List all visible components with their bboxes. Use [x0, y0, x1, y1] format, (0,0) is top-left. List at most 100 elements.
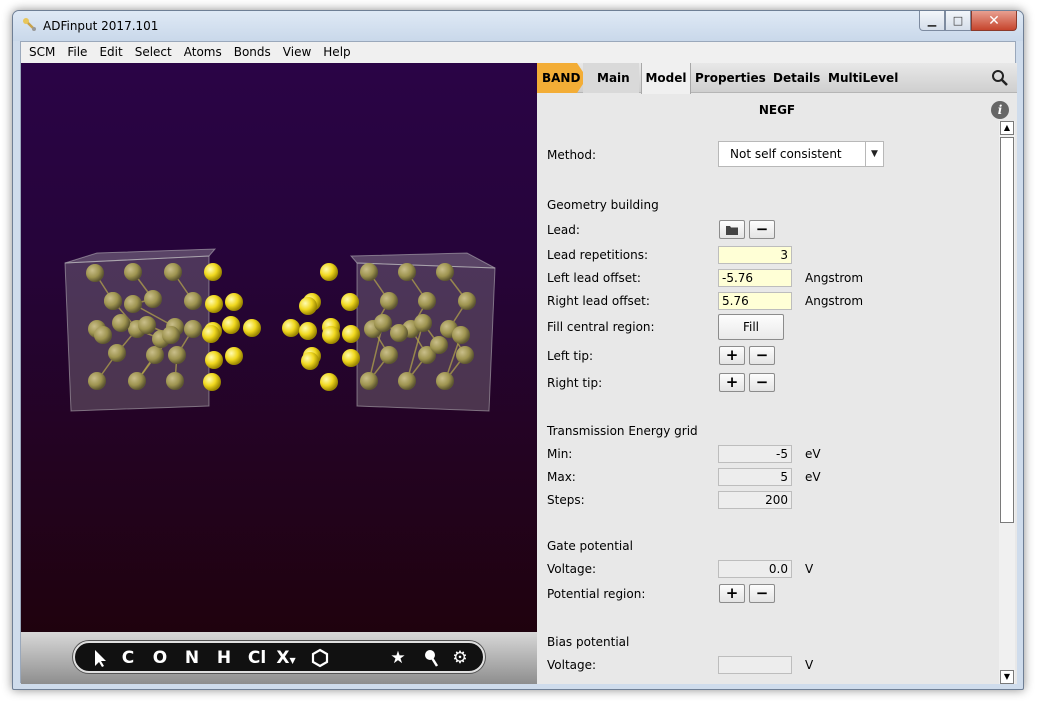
gold-atom[interactable]: [94, 326, 112, 344]
menu-scm[interactable]: SCM: [23, 45, 61, 59]
gold-atom[interactable]: [88, 372, 106, 390]
gold-atom[interactable]: [380, 346, 398, 364]
nitrogen-tool[interactable]: N: [181, 647, 203, 669]
menu-help[interactable]: Help: [317, 45, 356, 59]
min-input[interactable]: -5: [718, 445, 792, 463]
minimize-button[interactable]: ▁: [919, 11, 945, 31]
gold-atom[interactable]: [380, 292, 398, 310]
method-select[interactable]: Not self consistent ▼: [718, 141, 884, 167]
left-lead-offset-input[interactable]: -5.76: [718, 269, 792, 287]
panel-scrollbar[interactable]: ▲ ▼: [999, 121, 1015, 684]
carbon-tool[interactable]: C: [117, 647, 139, 669]
menu-select[interactable]: Select: [129, 45, 178, 59]
pointer-icon[interactable]: [89, 647, 111, 669]
right-lead-offset-input[interactable]: 5.76: [718, 292, 792, 310]
gold-atom[interactable]: [360, 263, 378, 281]
scroll-up-icon[interactable]: ▲: [1000, 121, 1014, 135]
gold-atom[interactable]: [205, 295, 223, 313]
gold-atom[interactable]: [164, 263, 182, 281]
gold-atom[interactable]: [204, 263, 222, 281]
left-tip-remove-button[interactable]: −: [749, 346, 775, 365]
gold-atom[interactable]: [104, 292, 122, 310]
gold-atom[interactable]: [414, 314, 432, 332]
gold-atom[interactable]: [203, 373, 221, 391]
menu-edit[interactable]: Edit: [93, 45, 128, 59]
gold-atom[interactable]: [452, 326, 470, 344]
gold-atom[interactable]: [390, 324, 408, 342]
gold-atom[interactable]: [112, 314, 130, 332]
scroll-thumb[interactable]: [1000, 137, 1014, 523]
gear-icon[interactable]: ⚙: [449, 647, 471, 669]
max-input[interactable]: 5: [718, 468, 792, 486]
lollipop-icon[interactable]: [421, 647, 443, 669]
gold-atom[interactable]: [430, 336, 448, 354]
steps-input[interactable]: 200: [718, 491, 792, 509]
gold-atom[interactable]: [205, 351, 223, 369]
chlorine-tool[interactable]: Cl: [243, 647, 271, 669]
gold-atom[interactable]: [282, 319, 300, 337]
gold-atom[interactable]: [299, 297, 317, 315]
gold-atom[interactable]: [124, 263, 142, 281]
hydrogen-tool[interactable]: H: [213, 647, 235, 669]
left-tip-add-button[interactable]: +: [719, 346, 745, 365]
gold-atom[interactable]: [225, 293, 243, 311]
gold-atom[interactable]: [168, 346, 186, 364]
gold-atom[interactable]: [456, 346, 474, 364]
right-tip-remove-button[interactable]: −: [749, 373, 775, 392]
tab-multilevel[interactable]: MultiLevel: [828, 63, 898, 93]
gold-atom[interactable]: [222, 316, 240, 334]
close-button[interactable]: ✕: [971, 11, 1017, 31]
gold-atom[interactable]: [299, 322, 317, 340]
gate-voltage-input[interactable]: 0.0: [718, 560, 792, 578]
gold-atom[interactable]: [342, 349, 360, 367]
gold-atom[interactable]: [374, 314, 392, 332]
other-element-tool[interactable]: X▼: [275, 647, 297, 669]
info-icon[interactable]: i: [991, 101, 1009, 119]
tab-band[interactable]: BAND: [537, 63, 587, 93]
gold-atom[interactable]: [108, 344, 126, 362]
menu-file[interactable]: File: [61, 45, 93, 59]
menu-view[interactable]: View: [277, 45, 317, 59]
search-icon[interactable]: [991, 69, 1009, 87]
maximize-button[interactable]: □: [945, 11, 971, 31]
bias-voltage-input[interactable]: [718, 656, 792, 674]
fill-button[interactable]: Fill: [718, 314, 784, 340]
tab-properties[interactable]: Properties: [695, 63, 766, 93]
star-icon[interactable]: ★: [387, 647, 409, 669]
gold-atom[interactable]: [418, 292, 436, 310]
gold-atom[interactable]: [144, 290, 162, 308]
gold-atom[interactable]: [360, 372, 378, 390]
gold-atom[interactable]: [146, 346, 164, 364]
gold-atom[interactable]: [243, 319, 261, 337]
scroll-down-icon[interactable]: ▼: [1000, 670, 1014, 684]
gold-atom[interactable]: [128, 372, 146, 390]
gold-atom[interactable]: [398, 372, 416, 390]
gold-atom[interactable]: [202, 325, 220, 343]
gold-atom[interactable]: [184, 320, 202, 338]
gold-atom[interactable]: [320, 373, 338, 391]
right-tip-add-button[interactable]: +: [719, 373, 745, 392]
menu-atoms[interactable]: Atoms: [178, 45, 228, 59]
lead-folder-button[interactable]: [719, 220, 745, 239]
gold-atom[interactable]: [301, 352, 319, 370]
potential-region-remove-button[interactable]: −: [749, 584, 775, 603]
lead-remove-button[interactable]: −: [749, 220, 775, 239]
gold-atom[interactable]: [342, 325, 360, 343]
molecule-scene[interactable]: [21, 63, 537, 633]
gold-atom[interactable]: [341, 293, 359, 311]
gold-atom[interactable]: [162, 326, 180, 344]
molecule-viewport[interactable]: C O N H Cl X▼ ★ ⚙: [21, 63, 537, 684]
gold-atom[interactable]: [436, 263, 454, 281]
tab-details[interactable]: Details: [773, 63, 820, 93]
gold-atom[interactable]: [322, 326, 340, 344]
tab-model[interactable]: Model: [641, 63, 691, 94]
gold-atom[interactable]: [86, 264, 104, 282]
menu-bonds[interactable]: Bonds: [228, 45, 277, 59]
gold-atom[interactable]: [458, 292, 476, 310]
ring-icon[interactable]: [309, 647, 331, 669]
tab-main[interactable]: Main: [583, 63, 639, 93]
oxygen-tool[interactable]: O: [149, 647, 171, 669]
gold-atom[interactable]: [436, 372, 454, 390]
gold-atom[interactable]: [184, 292, 202, 310]
lead-repetitions-input[interactable]: 3: [718, 246, 792, 264]
